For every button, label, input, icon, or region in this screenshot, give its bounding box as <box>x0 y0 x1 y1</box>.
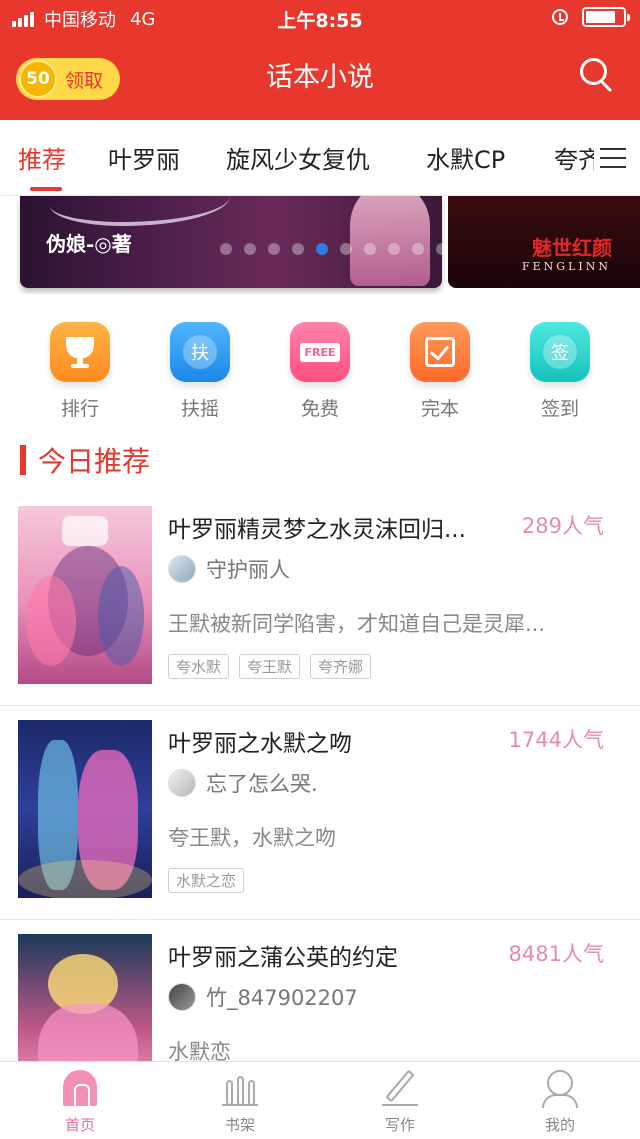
quick-link-fuyao[interactable]: 扶 扶摇 <box>150 322 250 421</box>
tab-yeluoli[interactable]: 叶罗丽 <box>108 140 180 175</box>
tab-recommend[interactable]: 推荐 <box>18 140 66 175</box>
quick-link-label: 扶摇 <box>180 398 219 420</box>
check-icon <box>410 322 470 382</box>
book-title[interactable]: 叶罗丽之水默之吻 <box>168 724 498 758</box>
clock: 上午8:55 <box>277 10 363 32</box>
popularity-count: 8481人气 <box>508 942 604 966</box>
tag-list: 水默之恋 <box>168 868 254 893</box>
profile-icon <box>542 1070 578 1108</box>
signin-icon: 签 <box>530 322 590 382</box>
quick-link-label: 免费 <box>300 398 339 420</box>
category-tabs: 推荐 叶罗丽 旋风少女复仇 水默CP 夸齐 <box>0 120 640 196</box>
nav-write[interactable]: 写作 <box>340 1069 460 1135</box>
tag[interactable]: 水默之恋 <box>168 868 245 893</box>
app-header: 中国移动 4G 上午8:55 50 领取 话本小说 <box>0 0 640 120</box>
book-title[interactable]: 叶罗丽之蒲公英的约定 <box>168 938 498 972</box>
pen-icon <box>382 1069 418 1106</box>
quick-link-label: 完本 <box>420 398 459 420</box>
avatar <box>168 769 196 797</box>
section-title: 今日推荐 <box>20 440 150 480</box>
nav-home[interactable]: 首页 <box>20 1070 140 1135</box>
book-title[interactable]: 叶罗丽精灵梦之水灵沫回归... <box>168 510 498 544</box>
author-name: 守护丽人 <box>206 558 290 582</box>
battery-icon <box>582 7 630 27</box>
popularity-count: 1744人气 <box>508 728 604 752</box>
nav-label: 首页 <box>64 1116 95 1134</box>
home-icon <box>63 1070 97 1108</box>
avatar <box>168 555 196 583</box>
bottom-nav: 首页 书架 写作 我的 <box>0 1061 640 1139</box>
author-row[interactable]: 竹_847902207 <box>168 982 358 1012</box>
status-bar: 中国移动 4G 上午8:55 <box>0 0 640 36</box>
bookshelf-icon <box>222 1070 258 1106</box>
quick-link-free[interactable]: FREE 免费 <box>270 322 370 421</box>
carousel-dot[interactable] <box>316 243 328 255</box>
tag[interactable]: 夸水默 <box>168 654 230 679</box>
book-item[interactable]: 叶罗丽精灵梦之水灵沫回归... 289人气 守护丽人 王默被新同学陷害，才知道自… <box>0 492 640 706</box>
tab-shuimo-cp[interactable]: 水默CP <box>426 140 505 175</box>
quick-link-complete[interactable]: 完本 <box>390 322 490 421</box>
search-icon[interactable] <box>580 58 616 96</box>
banner-carousel[interactable]: 伪娘-◎著 魅世红颜 FENGLINN <box>0 196 640 294</box>
quick-link-label: 排行 <box>60 398 99 420</box>
nav-bookshelf[interactable]: 书架 <box>180 1070 300 1135</box>
book-cover[interactable] <box>18 506 152 684</box>
carousel-dot[interactable] <box>412 243 424 255</box>
popularity-count: 289人气 <box>521 514 604 538</box>
book-item[interactable]: 叶罗丽之水默之吻 1744人气 忘了怎么哭. 夸王默，水默之吻 水默之恋 <box>0 706 640 920</box>
nav-profile[interactable]: 我的 <box>500 1070 620 1135</box>
tag[interactable]: 夸王默 <box>239 654 301 679</box>
tab-xuanfeng[interactable]: 旋风少女复仇 <box>226 140 370 175</box>
author-row[interactable]: 忘了怎么哭. <box>168 768 318 798</box>
banner-author: 伪娘-◎著 <box>46 232 132 256</box>
book-description: 夸王默，水默之吻 <box>168 826 336 850</box>
book-cover[interactable] <box>18 720 152 898</box>
tag-list: 夸水默 夸王默 夸齐娜 <box>168 654 381 679</box>
carousel-dot[interactable] <box>244 243 256 255</box>
tag[interactable]: 夸齐娜 <box>310 654 372 679</box>
quick-links: 排行 扶 扶摇 FREE 免费 完本 签 签到 <box>0 322 640 422</box>
carousel-dot[interactable] <box>436 243 448 255</box>
carousel-dot[interactable] <box>388 243 400 255</box>
free-icon: FREE <box>290 322 350 382</box>
tab-menu-icon[interactable] <box>594 120 640 195</box>
carousel-dot[interactable] <box>292 243 304 255</box>
nav-label: 写作 <box>384 1116 415 1134</box>
author-name: 竹_847902207 <box>206 986 358 1010</box>
quick-link-signin[interactable]: 签 签到 <box>510 322 610 421</box>
author-name: 忘了怎么哭. <box>206 772 318 796</box>
book-description: 王默被新同学陷害，才知道自己是灵犀... <box>168 612 546 636</box>
banner-slide-next[interactable]: 魅世红颜 FENGLINN <box>448 196 640 288</box>
carousel-dot[interactable] <box>364 243 376 255</box>
nav-label: 我的 <box>544 1116 575 1134</box>
fuyao-icon: 扶 <box>170 322 230 382</box>
quick-link-label: 签到 <box>540 398 579 420</box>
nav-label: 书架 <box>224 1116 255 1134</box>
carousel-dots <box>220 243 460 255</box>
author-row[interactable]: 守护丽人 <box>168 554 290 584</box>
active-tab-indicator <box>30 187 62 191</box>
banner-next-subtitle: FENGLINN <box>522 260 611 273</box>
avatar <box>168 983 196 1011</box>
carousel-dot[interactable] <box>340 243 352 255</box>
banner-next-title: 魅世红颜 <box>532 236 612 260</box>
trophy-icon <box>50 322 110 382</box>
carousel-dot[interactable] <box>220 243 232 255</box>
carousel-dot[interactable] <box>268 243 280 255</box>
app-title: 话本小说 <box>266 62 374 93</box>
banner-slide[interactable]: 伪娘-◎著 <box>20 196 442 288</box>
alarm-icon <box>552 9 568 25</box>
quick-link-ranking[interactable]: 排行 <box>30 322 130 421</box>
